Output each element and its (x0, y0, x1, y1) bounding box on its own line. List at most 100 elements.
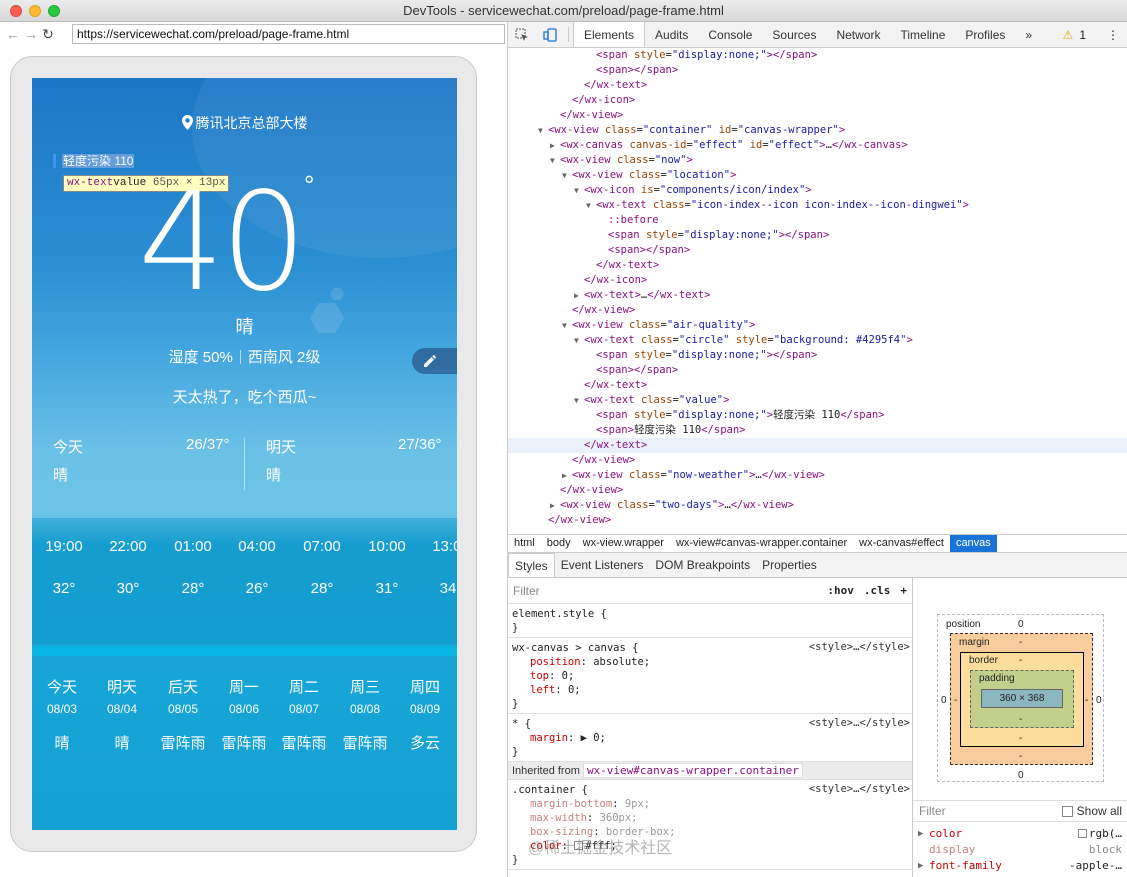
dom-node[interactable]: ▶ <wx-canvas canvas-id="effect" id="effec… (508, 138, 1127, 153)
add-rule-button[interactable]: + (900, 584, 907, 597)
dom-node[interactable]: </wx-text> (508, 258, 1127, 273)
rule-source-link[interactable]: <style>…</style> (809, 641, 910, 653)
computed-property[interactable]: ▶ color rgb(… (913, 826, 1127, 842)
collapse-arrow-icon[interactable]: ▼ (574, 393, 584, 408)
dom-node[interactable]: </wx-view> (508, 303, 1127, 318)
computed-property[interactable]: display block (913, 842, 1127, 858)
css-property[interactable]: top: 0; (512, 669, 908, 683)
location-row[interactable]: 腾讯北京总部大楼 (32, 113, 457, 133)
inspect-element-icon[interactable] (508, 22, 536, 47)
dom-node[interactable]: ▼ <wx-text class="value"> (508, 393, 1127, 408)
expand-arrow-icon[interactable]: ▶ (562, 468, 572, 483)
dom-node[interactable]: ▼ <wx-text class="icon-index--icon icon-i… (508, 198, 1127, 213)
dom-node[interactable]: </wx-text> (508, 78, 1127, 93)
collapse-arrow-icon[interactable]: ▼ (586, 198, 596, 213)
styles-filter-input[interactable]: Filter (513, 584, 540, 598)
dom-node[interactable]: <span style="display:none;"></span> (508, 228, 1127, 243)
url-input[interactable]: https://servicewechat.com/preload/page-f… (72, 24, 505, 44)
hover-state-toggle[interactable]: :hov (827, 584, 854, 597)
collapse-arrow-icon[interactable]: ▼ (562, 168, 572, 183)
dom-node[interactable]: <span style="display:none;"></span> (508, 348, 1127, 363)
breadcrumb-item[interactable]: wx-canvas#effect (853, 535, 950, 552)
dom-node[interactable]: ▼ <wx-view class="air-quality"> (508, 318, 1127, 333)
breadcrumb-item[interactable]: body (541, 535, 577, 552)
collapse-arrow-icon[interactable]: ▼ (562, 318, 572, 333)
tab-elements[interactable]: Elements (573, 22, 646, 47)
dom-tree[interactable]: <span style="display:none;"></span> <span… (508, 48, 1127, 534)
box-model-content[interactable]: 360 × 368 (981, 689, 1063, 708)
element-style-rule[interactable]: element.style { } (508, 604, 912, 638)
expand-arrow-icon[interactable]: ▶ (574, 288, 584, 303)
box-model-border[interactable]: border - - padding - 360 × 368 (960, 652, 1084, 747)
dom-node[interactable]: <span style="display:none;"></span> (508, 48, 1127, 63)
tab-console[interactable]: Console (698, 22, 762, 47)
breadcrumb-item-active[interactable]: canvas (949, 535, 997, 552)
tab-sources[interactable]: Sources (762, 22, 826, 47)
tab-properties[interactable]: Properties (756, 553, 823, 577)
computed-property[interactable]: ▶ font-family -apple-… (913, 858, 1127, 874)
expand-arrow-icon[interactable]: ▶ (918, 858, 923, 874)
tab-event-listeners[interactable]: Event Listeners (555, 553, 650, 577)
warning-icon[interactable]: ⚠ (1063, 28, 1074, 42)
css-property[interactable]: left: 0; (512, 683, 908, 697)
dom-node[interactable]: <span></span> (508, 243, 1127, 258)
css-property-inactive[interactable]: max-width: 360px; (512, 811, 908, 825)
forward-arrow-icon[interactable]: → (24, 26, 38, 42)
box-model-margin[interactable]: margin - - - - border - - padding - 360 … (950, 633, 1093, 765)
tab-timeline[interactable]: Timeline (890, 22, 955, 47)
dom-node[interactable]: ▶ <wx-view class="two-days">…</wx-view> (508, 498, 1127, 513)
collapse-arrow-icon[interactable]: ▼ (574, 333, 584, 348)
dom-node[interactable]: <span></span> (508, 63, 1127, 78)
breadcrumb-item[interactable]: wx-view.wrapper (577, 535, 670, 552)
inherited-selector-link[interactable]: wx-view#canvas-wrapper.container (582, 763, 803, 778)
dom-node[interactable]: ▼ <wx-view class="now"> (508, 153, 1127, 168)
tab-dom-breakpoints[interactable]: DOM Breakpoints (649, 553, 756, 577)
minimize-window-button[interactable] (29, 5, 41, 17)
dom-node[interactable]: ▶ <wx-view class="now-weather">…</wx-view… (508, 468, 1127, 483)
collapse-arrow-icon[interactable]: ▼ (574, 183, 584, 198)
dom-node[interactable]: </wx-icon> (508, 273, 1127, 288)
css-rule[interactable]: <style>…</style> * { margin: ▶ 0; } (508, 714, 912, 762)
expand-arrow-icon[interactable]: ▶ (918, 826, 923, 842)
rule-source-link[interactable]: <style>…</style> (809, 717, 910, 729)
reload-icon[interactable]: ↻ (42, 26, 54, 43)
dom-node[interactable]: </wx-view> (508, 483, 1127, 498)
css-property[interactable]: position: absolute; (512, 655, 908, 669)
dom-node[interactable]: ▼ <wx-view class="location"> (508, 168, 1127, 183)
css-property[interactable]: margin: ▶ 0; (512, 731, 908, 745)
zoom-window-button[interactable] (48, 5, 60, 17)
dom-node[interactable]: <span style="display:none;">轻度污染 110</sp… (508, 408, 1127, 423)
expand-arrow-icon[interactable]: ▶ (550, 138, 560, 153)
breadcrumb-item[interactable]: html (508, 535, 541, 552)
breadcrumb-item[interactable]: wx-view#canvas-wrapper.container (670, 535, 853, 552)
dom-node[interactable]: </wx-view> (508, 513, 1127, 528)
tab-audits[interactable]: Audits (645, 22, 698, 47)
more-tabs-button[interactable]: » (1015, 22, 1042, 47)
hourly-forecast[interactable]: 19:00 22:00 01:00 04:00 07:00 10:00 13:0… (32, 518, 457, 644)
device-mode-icon[interactable] (536, 22, 564, 47)
tab-styles[interactable]: Styles (508, 553, 555, 577)
css-property-inactive[interactable]: margin-bottom: 9px; (512, 797, 908, 811)
dom-node[interactable]: </wx-text> (508, 378, 1127, 393)
box-model-padding[interactable]: padding - 360 × 368 (970, 670, 1074, 728)
dom-node[interactable]: </wx-view> (508, 108, 1127, 123)
dom-node[interactable]: </wx-icon> (508, 93, 1127, 108)
dom-node-selected[interactable]: </wx-text> (508, 438, 1127, 453)
expand-arrow-icon[interactable]: ▶ (550, 498, 560, 513)
dom-node[interactable]: <span></span> (508, 363, 1127, 378)
tab-network[interactable]: Network (826, 22, 890, 47)
edit-button[interactable] (412, 348, 457, 374)
dom-node[interactable]: ▼ <wx-view class="container" id="canvas-w… (508, 123, 1127, 138)
dom-node[interactable]: </wx-view> (508, 453, 1127, 468)
show-all-toggle[interactable]: Show all (1061, 804, 1127, 818)
dom-node[interactable]: ▼ <wx-icon is="components/icon/index"> (508, 183, 1127, 198)
dom-node[interactable]: ▼ <wx-text class="circle" style="backgrou… (508, 333, 1127, 348)
kebab-menu-icon[interactable]: ⋮ (1107, 28, 1119, 42)
css-rule[interactable]: <style>…</style> wx-canvas > canvas { po… (508, 638, 912, 714)
computed-filter-input[interactable]: Filter (919, 804, 946, 818)
dom-node[interactable]: <span>轻度污染 110</span> (508, 423, 1127, 438)
tab-profiles[interactable]: Profiles (955, 22, 1015, 47)
collapse-arrow-icon[interactable]: ▼ (538, 123, 548, 138)
show-all-checkbox[interactable] (1061, 805, 1073, 817)
collapse-arrow-icon[interactable]: ▼ (550, 153, 560, 168)
